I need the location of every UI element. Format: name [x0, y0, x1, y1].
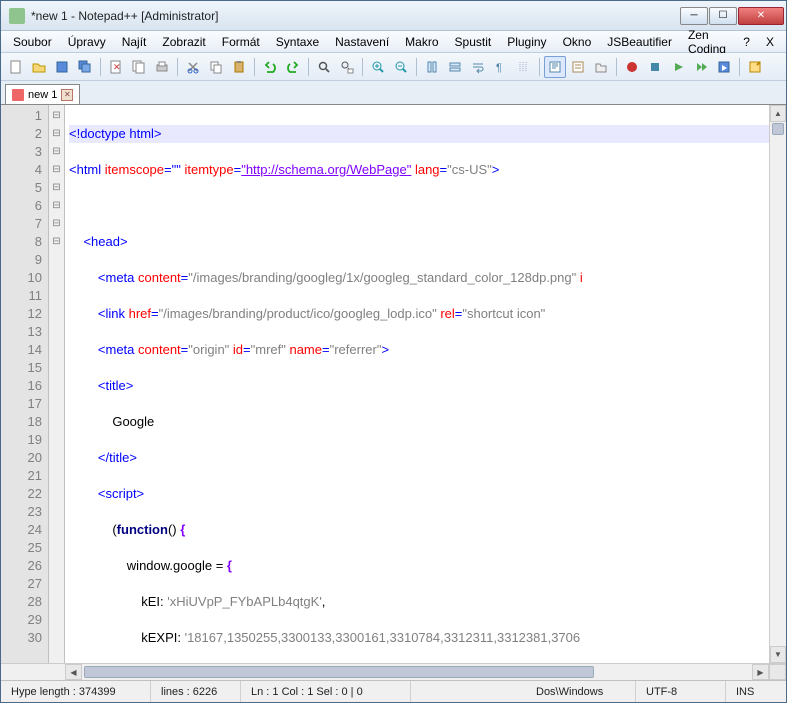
- save-all-icon[interactable]: [74, 56, 96, 78]
- tab-close-icon[interactable]: ✕: [61, 89, 73, 101]
- app-window: *new 1 - Notepad++ [Administrator] ─ ☐ ✕…: [0, 0, 787, 703]
- scroll-thumb-h[interactable]: [84, 666, 594, 678]
- scroll-up-icon[interactable]: ▲: [770, 105, 786, 122]
- find-icon[interactable]: [313, 56, 335, 78]
- tab-new1[interactable]: new 1 ✕: [5, 84, 80, 104]
- statusbar: Hype length : 374399 lines : 6226 Ln : 1…: [1, 680, 786, 702]
- paste-icon[interactable]: [228, 56, 250, 78]
- menu-makro[interactable]: Makro: [397, 33, 446, 51]
- menu-najit[interactable]: Najít: [114, 33, 155, 51]
- menu-zobrazit[interactable]: Zobrazit: [154, 33, 213, 51]
- zoom-in-icon[interactable]: [367, 56, 389, 78]
- menu-spustit[interactable]: Spustit: [447, 33, 500, 51]
- redo-icon[interactable]: [282, 56, 304, 78]
- undo-icon[interactable]: [259, 56, 281, 78]
- open-file-icon[interactable]: [28, 56, 50, 78]
- close-all-icon[interactable]: [128, 56, 150, 78]
- save-macro-icon[interactable]: [713, 56, 735, 78]
- func-list-icon[interactable]: [567, 56, 589, 78]
- folder-icon[interactable]: [590, 56, 612, 78]
- titlebar[interactable]: *new 1 - Notepad++ [Administrator] ─ ☐ ✕: [1, 1, 786, 31]
- menu-nastaveni[interactable]: Nastavení: [327, 33, 397, 51]
- close-file-icon[interactable]: ✕: [105, 56, 127, 78]
- plugin-icon[interactable]: [744, 56, 766, 78]
- tab-label: new 1: [28, 89, 57, 101]
- svg-text:✕: ✕: [113, 62, 121, 72]
- status-lines: lines : 6226: [151, 681, 241, 702]
- scroll-thumb-v[interactable]: [772, 123, 784, 135]
- menu-pluginy[interactable]: Pluginy: [499, 33, 554, 51]
- code-area[interactable]: <!doctype html> <html itemscope="" itemt…: [65, 105, 769, 663]
- horizontal-scrollbar[interactable]: ◀ ▶: [1, 663, 786, 680]
- status-eol: Dos\Windows: [526, 681, 636, 702]
- new-file-icon[interactable]: [5, 56, 27, 78]
- window-buttons: ─ ☐ ✕: [680, 7, 784, 25]
- maximize-button[interactable]: ☐: [709, 7, 737, 25]
- editor: 1234567891011121314151617181920212223242…: [1, 105, 786, 663]
- fold-gutter[interactable]: ⊟⊟⊟⊟⊟⊟⊟⊟: [49, 105, 65, 663]
- wrap-icon[interactable]: [467, 56, 489, 78]
- save-icon[interactable]: [51, 56, 73, 78]
- cut-icon[interactable]: [182, 56, 204, 78]
- play-macro-icon[interactable]: [667, 56, 689, 78]
- status-position: Ln : 1 Col : 1 Sel : 0 | 0: [241, 681, 411, 702]
- status-insert-mode: INS: [726, 681, 786, 702]
- tab-modified-icon: [12, 89, 24, 101]
- toolbar: ✕ ¶: [1, 53, 786, 81]
- doc-map-icon[interactable]: [544, 56, 566, 78]
- zoom-out-icon[interactable]: [390, 56, 412, 78]
- menu-x[interactable]: X: [758, 33, 782, 51]
- stop-macro-icon[interactable]: [644, 56, 666, 78]
- close-button[interactable]: ✕: [738, 7, 784, 25]
- svg-text:¶: ¶: [496, 62, 502, 74]
- line-number-gutter[interactable]: 1234567891011121314151617181920212223242…: [1, 105, 49, 663]
- menu-format[interactable]: Formát: [214, 33, 268, 51]
- play-multi-icon[interactable]: [690, 56, 712, 78]
- menu-okno[interactable]: Okno: [555, 33, 600, 51]
- window-title: *new 1 - Notepad++ [Administrator]: [31, 9, 680, 23]
- status-hype: Hype length : 374399: [1, 681, 151, 702]
- scroll-down-icon[interactable]: ▼: [770, 646, 786, 663]
- menu-help[interactable]: ?: [735, 33, 758, 51]
- tabbar: new 1 ✕: [1, 81, 786, 105]
- app-icon: [9, 8, 25, 24]
- print-icon[interactable]: [151, 56, 173, 78]
- indent-guide-icon[interactable]: [513, 56, 535, 78]
- status-encoding: UTF-8: [636, 681, 726, 702]
- sync-h-icon[interactable]: [444, 56, 466, 78]
- scroll-left-icon[interactable]: ◀: [65, 664, 82, 680]
- vertical-scrollbar[interactable]: ▲ ▼: [769, 105, 786, 663]
- replace-icon[interactable]: [336, 56, 358, 78]
- menubar: Soubor Úpravy Najít Zobrazit Formát Synt…: [1, 31, 786, 53]
- menu-soubor[interactable]: Soubor: [5, 33, 60, 51]
- record-macro-icon[interactable]: [621, 56, 643, 78]
- menu-jsbeautifier[interactable]: JSBeautifier: [599, 33, 680, 51]
- copy-icon[interactable]: [205, 56, 227, 78]
- menu-syntaxe[interactable]: Syntaxe: [268, 33, 327, 51]
- minimize-button[interactable]: ─: [680, 7, 708, 25]
- menu-upravy[interactable]: Úpravy: [60, 33, 114, 51]
- sync-v-icon[interactable]: [421, 56, 443, 78]
- scroll-right-icon[interactable]: ▶: [752, 664, 769, 680]
- show-all-chars-icon[interactable]: ¶: [490, 56, 512, 78]
